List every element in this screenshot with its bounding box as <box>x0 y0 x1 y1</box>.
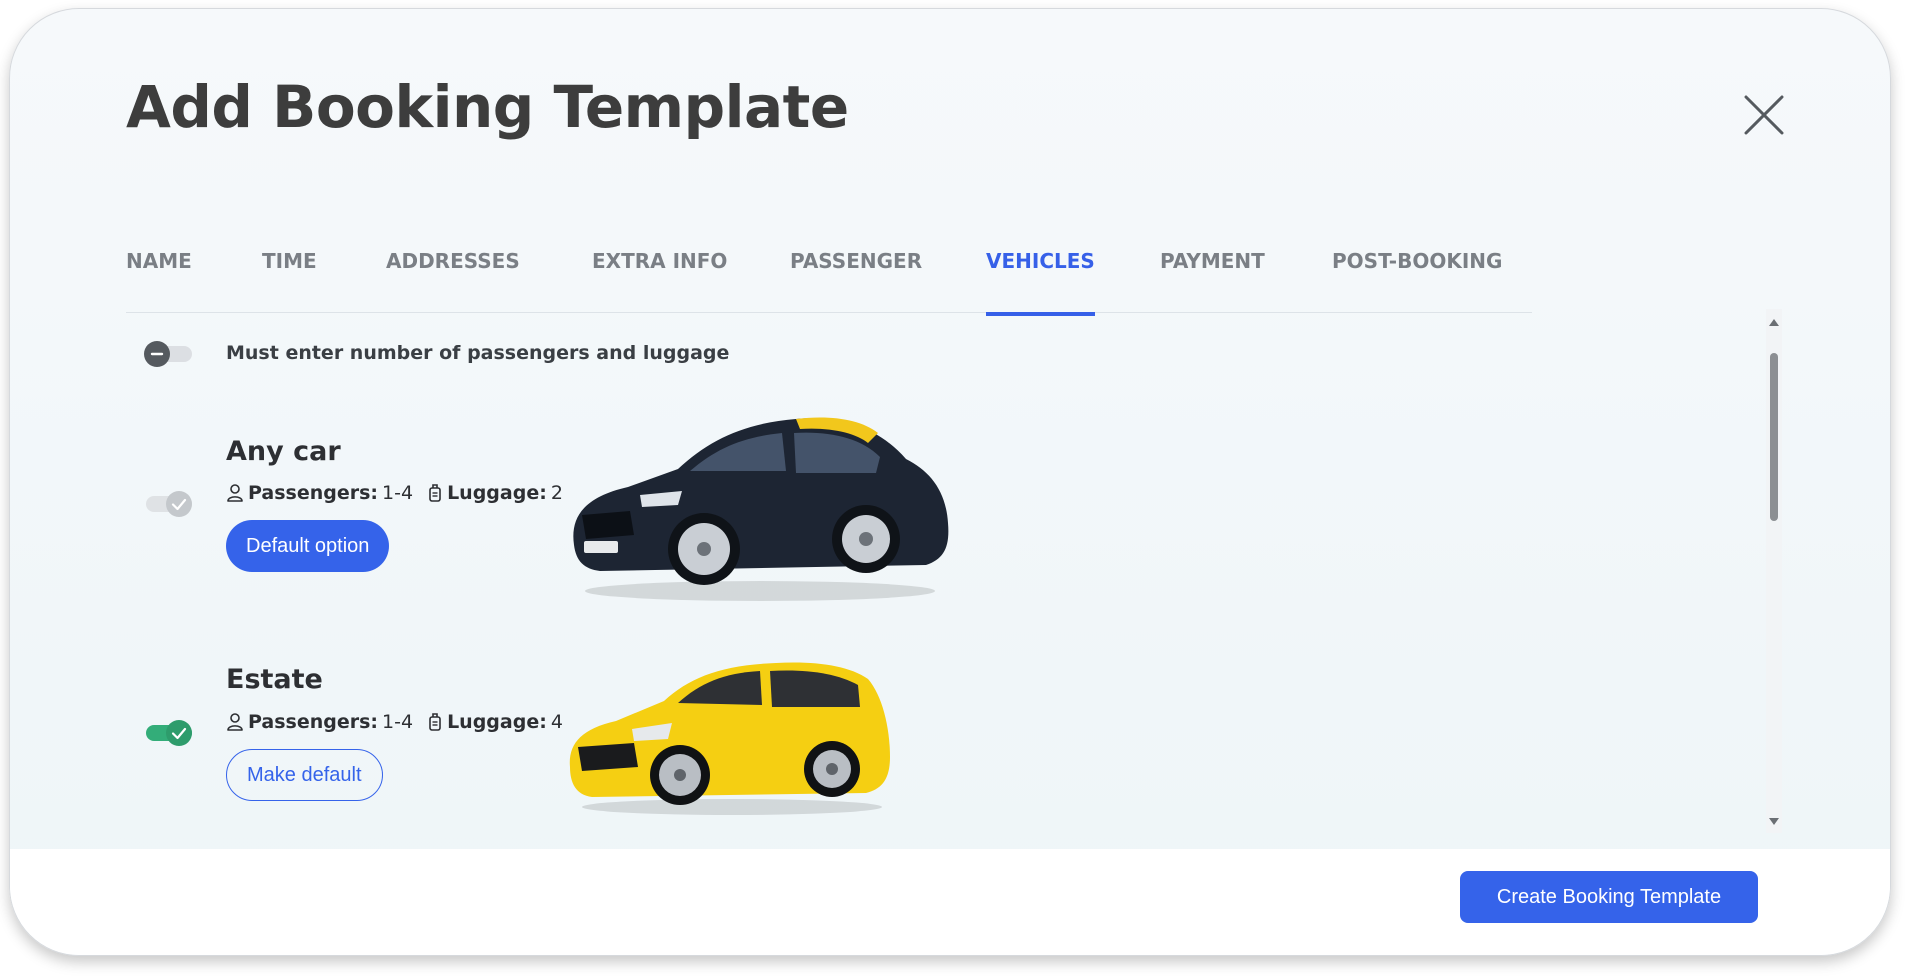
tab-extra-info[interactable]: EXTRA INFO <box>592 249 727 313</box>
booking-template-modal: Add Booking Template NAME TIME ADDRESSES… <box>9 8 1891 956</box>
requirement-label: Must enter number of passengers and lugg… <box>226 342 730 364</box>
minus-icon <box>150 352 164 356</box>
default-option-button[interactable]: Default option <box>226 520 390 572</box>
tab-payment[interactable]: PAYMENT <box>1160 249 1265 313</box>
estate-toggle[interactable] <box>146 720 192 746</box>
tab-passenger[interactable]: PASSENGER <box>790 249 922 313</box>
check-icon <box>171 727 187 740</box>
toggle-knob <box>166 491 192 517</box>
tab-post-booking[interactable]: POST-BOOKING <box>1332 249 1502 313</box>
luggage-icon <box>429 484 441 502</box>
create-booking-template-button[interactable]: Create Booking Template <box>1460 871 1758 923</box>
modal-title: Add Booking Template <box>126 73 849 141</box>
vehicle-specs: Passengers: 1-4 Luggage: 4 <box>226 711 577 733</box>
toggle-knob <box>166 720 192 746</box>
scrollbar-thumb[interactable] <box>1770 353 1778 521</box>
passengers-label: Passengers: <box>248 482 379 504</box>
luggage-icon <box>429 713 441 731</box>
close-icon[interactable] <box>1730 81 1790 141</box>
any-car-toggle <box>146 491 192 517</box>
sedan-car-image <box>573 417 949 601</box>
scroll-down-arrow-icon[interactable] <box>1769 818 1779 825</box>
vehicle-name: Estate <box>226 664 323 695</box>
check-icon <box>171 498 187 511</box>
person-icon <box>227 713 243 731</box>
tab-addresses[interactable]: ADDRESSES <box>386 249 520 313</box>
estate-car-image <box>569 662 890 815</box>
luggage-label: Luggage: <box>447 711 547 733</box>
vehicle-name: Any car <box>226 436 341 467</box>
make-default-button[interactable]: Make default <box>226 749 383 801</box>
passengers-value: 1-4 <box>382 711 414 733</box>
vehicle-list-scrollbar[interactable] <box>1766 309 1782 833</box>
scroll-up-arrow-icon[interactable] <box>1769 319 1779 326</box>
tab-bar: NAME TIME ADDRESSES EXTRA INFO PASSENGER… <box>126 231 1532 316</box>
toggle-knob <box>144 341 170 367</box>
passengers-value: 1-4 <box>382 482 414 504</box>
passenger-luggage-toggle[interactable] <box>144 341 192 367</box>
luggage-label: Luggage: <box>447 482 547 504</box>
tab-time[interactable]: TIME <box>262 249 317 313</box>
tab-vehicles[interactable]: VEHICLES <box>986 249 1095 316</box>
vehicle-specs: Passengers: 1-4 Luggage: 2 <box>226 482 577 504</box>
tab-name[interactable]: NAME <box>126 249 192 313</box>
person-icon <box>227 484 243 502</box>
passengers-label: Passengers: <box>248 711 379 733</box>
